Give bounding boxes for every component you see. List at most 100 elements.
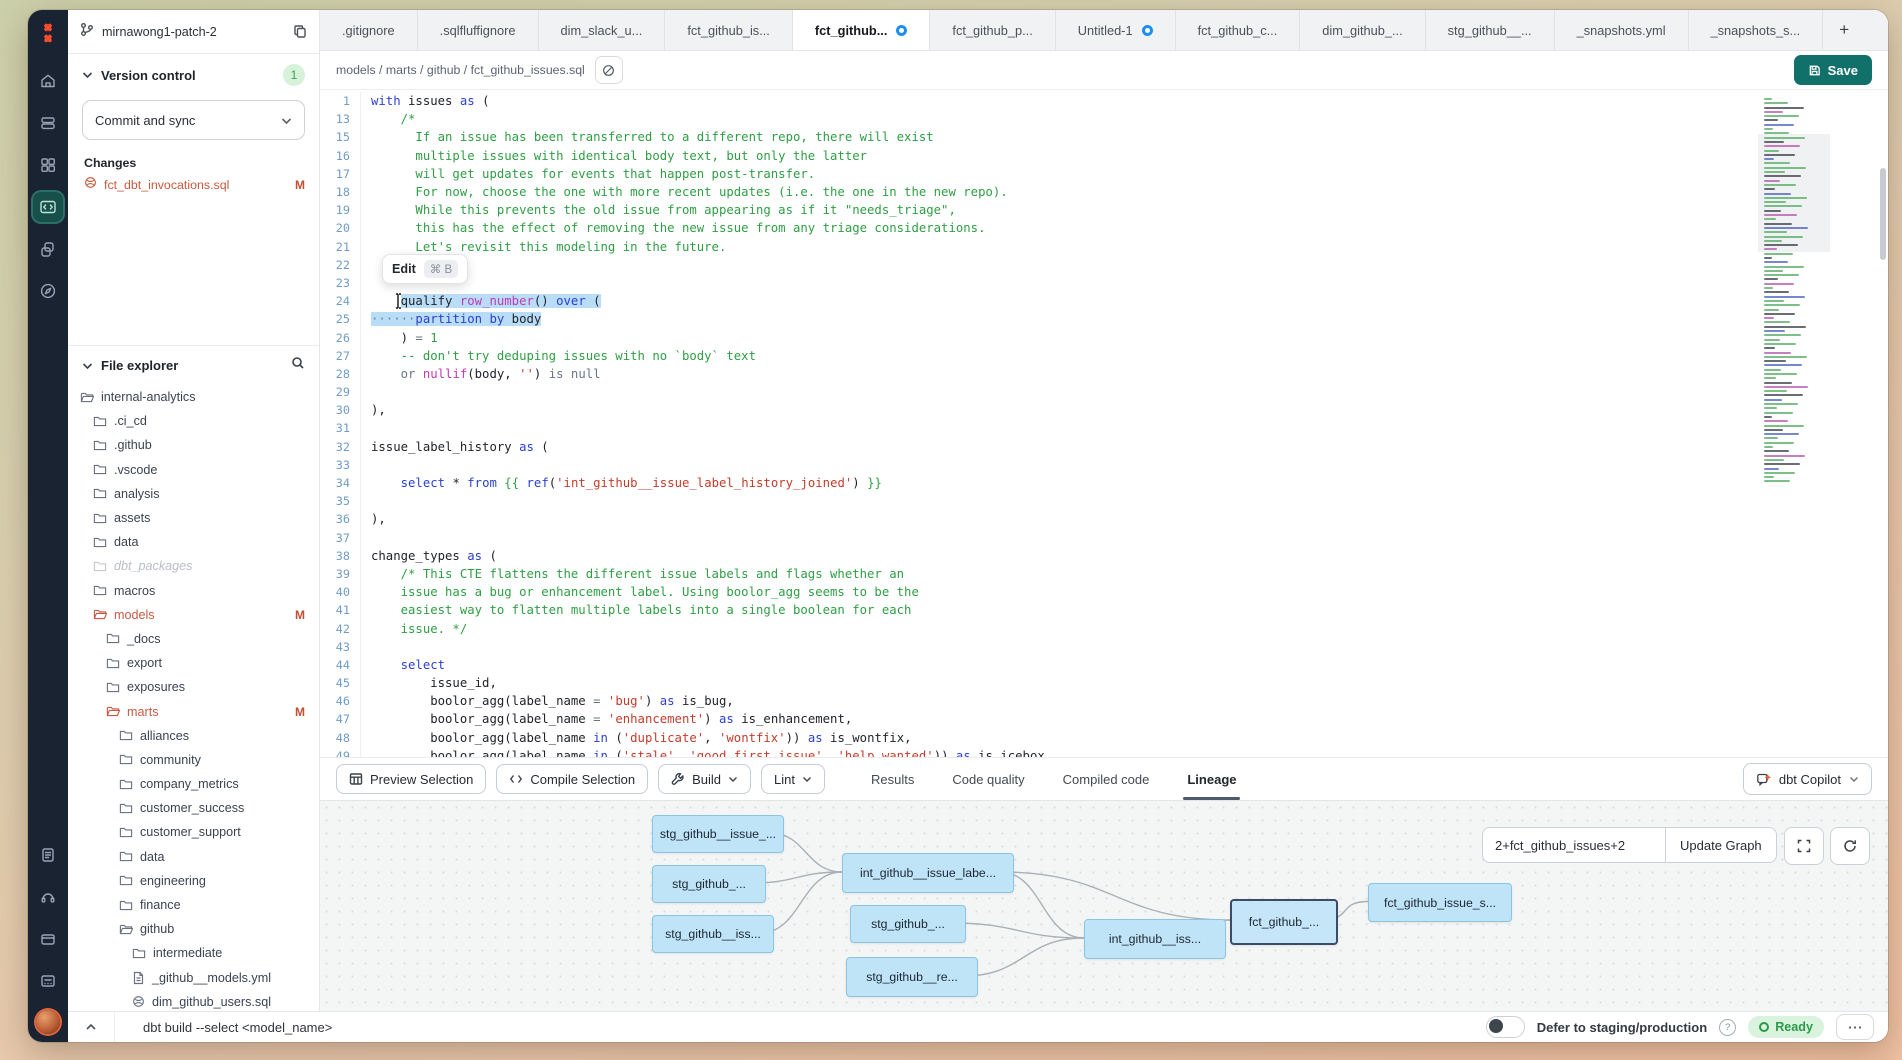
version-control-header[interactable]: Version control 1 bbox=[68, 54, 319, 92]
more-options-button[interactable]: ⋯ bbox=[1836, 1014, 1874, 1040]
tab--snapshots-yml[interactable]: _snapshots.yml bbox=[1555, 10, 1689, 50]
save-button[interactable]: Save bbox=[1794, 55, 1872, 85]
editor-scrollbar[interactable] bbox=[1879, 90, 1886, 757]
tree-item-analysis[interactable]: analysis bbox=[68, 482, 319, 506]
code-line-47[interactable]: 47 boolor_agg(label_name = 'enhancement'… bbox=[320, 710, 1888, 728]
tab-fct-github-[interactable]: fct_github... bbox=[793, 10, 931, 51]
tab-compiled-code[interactable]: Compiled code bbox=[1063, 758, 1150, 800]
support-headset-icon[interactable] bbox=[33, 882, 63, 912]
tree-item-export[interactable]: export bbox=[68, 651, 319, 675]
tree-item-models[interactable]: modelsM bbox=[68, 603, 319, 627]
code-line-46[interactable]: 46 boolor_agg(label_name = 'bug') as is_… bbox=[320, 692, 1888, 710]
fullscreen-button[interactable] bbox=[1784, 827, 1824, 865]
tree-item-macros[interactable]: macros bbox=[68, 579, 319, 603]
code-line-39[interactable]: 39 /* This CTE flattens the different is… bbox=[320, 565, 1888, 583]
tab-code-quality[interactable]: Code quality bbox=[952, 758, 1024, 800]
tree-item--github[interactable]: .github bbox=[68, 433, 319, 457]
tree-item-customer-support[interactable]: customer_support bbox=[68, 820, 319, 844]
code-line-36[interactable]: 36), bbox=[320, 510, 1888, 528]
code-line-20[interactable]: 20 this has the effect of removing the n… bbox=[320, 219, 1888, 237]
tab-dim-github-[interactable]: dim_github_... bbox=[1300, 10, 1425, 50]
code-line-29[interactable]: 29 bbox=[320, 383, 1888, 401]
tree-item-assets[interactable]: assets bbox=[68, 506, 319, 530]
lineage-node-stg-github-[interactable]: stg_github_... bbox=[850, 905, 966, 943]
tree-item--ci-cd[interactable]: .ci_cd bbox=[68, 409, 319, 433]
notes-icon[interactable] bbox=[33, 840, 63, 870]
code-line-34[interactable]: 34 select * from {{ ref('int_github__iss… bbox=[320, 474, 1888, 492]
tree-item-company-metrics[interactable]: company_metrics bbox=[68, 772, 319, 796]
tree-item-dbt-packages[interactable]: dbt_packages bbox=[68, 554, 319, 578]
update-graph-button[interactable]: Update Graph bbox=[1665, 827, 1777, 863]
explore-compass-icon[interactable] bbox=[33, 276, 63, 306]
code-line-24[interactable]: 24 qualify row_number() over ( bbox=[320, 292, 1888, 310]
code-line-30[interactable]: 30), bbox=[320, 401, 1888, 419]
tab-untitled-1[interactable]: Untitled-1 bbox=[1056, 10, 1176, 50]
code-line-45[interactable]: 45 issue_id, bbox=[320, 674, 1888, 692]
code-line-21[interactable]: 21 Let's revisit this modeling in the fu… bbox=[320, 238, 1888, 256]
code-line-27[interactable]: 27 -- don't try deduping issues with no … bbox=[320, 347, 1888, 365]
code-line-38[interactable]: 38change_types as ( bbox=[320, 547, 1888, 565]
lineage-node-fct-github-issue-s-[interactable]: fct_github_issue_s... bbox=[1368, 883, 1512, 922]
code-line-49[interactable]: 49 boolor_agg(label_name in ('stale', 'g… bbox=[320, 747, 1888, 757]
tree-item--github-models-yml[interactable]: _github__models.yml bbox=[68, 966, 319, 990]
code-line-42[interactable]: 42 issue. */ bbox=[320, 619, 1888, 637]
code-line-37[interactable]: 37 bbox=[320, 529, 1888, 547]
code-line-28[interactable]: 28 or nullif(body, '') is null bbox=[320, 365, 1888, 383]
code-line-18[interactable]: 18 For now, choose the one with more rec… bbox=[320, 183, 1888, 201]
code-line-48[interactable]: 48 boolor_agg(label_name in ('duplicate'… bbox=[320, 729, 1888, 747]
tab-dim-slack-u-[interactable]: dim_slack_u... bbox=[539, 10, 666, 50]
code-line-22[interactable]: 22 bbox=[320, 256, 1888, 274]
tree-item-data[interactable]: data bbox=[68, 530, 319, 554]
code-line-31[interactable]: 31 bbox=[320, 419, 1888, 437]
tree-item-data[interactable]: data bbox=[68, 845, 319, 869]
help-icon[interactable]: ? bbox=[1719, 1019, 1736, 1036]
lineage-node-int-github-issue-labe-[interactable]: int_github__issue_labe... bbox=[842, 853, 1014, 893]
tab-lineage[interactable]: Lineage bbox=[1187, 758, 1236, 800]
code-editor[interactable]: 1with issues as (13 /*15 If an issue has… bbox=[320, 90, 1888, 757]
tree-item-exposures[interactable]: exposures bbox=[68, 675, 319, 699]
tab--snapshots-s-[interactable]: _snapshots_s... bbox=[1689, 10, 1824, 50]
tree-item--docs[interactable]: _docs bbox=[68, 627, 319, 651]
build-button[interactable]: Build bbox=[658, 764, 751, 794]
home-icon[interactable] bbox=[33, 66, 63, 96]
lint-button[interactable]: Lint bbox=[761, 764, 825, 794]
code-line-25[interactable]: 25······partition by body bbox=[320, 310, 1888, 328]
tree-item-github[interactable]: github bbox=[68, 917, 319, 941]
tree-item-community[interactable]: community bbox=[68, 748, 319, 772]
code-line-35[interactable]: 35 bbox=[320, 492, 1888, 510]
code-line-32[interactable]: 32issue_label_history as ( bbox=[320, 438, 1888, 456]
collapse-panel-icon[interactable] bbox=[68, 1012, 115, 1042]
refresh-button[interactable] bbox=[1830, 827, 1870, 865]
code-line-41[interactable]: 41 easiest way to flatten multiple label… bbox=[320, 601, 1888, 619]
ide-editor-icon[interactable] bbox=[33, 192, 63, 222]
code-line-13[interactable]: 13 /* bbox=[320, 110, 1888, 128]
tree-item-engineering[interactable]: engineering bbox=[68, 869, 319, 893]
minimap[interactable] bbox=[1764, 98, 1822, 485]
tree-item--vscode[interactable]: .vscode bbox=[68, 458, 319, 482]
changed-file-item[interactable]: fct_dbt_invocations.sql M bbox=[68, 174, 319, 196]
code-line-16[interactable]: 16 multiple issues with identical body t… bbox=[320, 147, 1888, 165]
lineage-node-stg-github-issue-[interactable]: stg_github__issue_... bbox=[652, 815, 784, 853]
tree-item-marts[interactable]: martsM bbox=[68, 699, 319, 723]
tree-item-internal-analytics[interactable]: internal-analytics bbox=[68, 385, 319, 409]
search-icon[interactable] bbox=[291, 356, 305, 375]
code-line-26[interactable]: 26 ) = 1 bbox=[320, 328, 1888, 346]
tab--sqlfluffignore[interactable]: .sqlfluffignore bbox=[418, 10, 539, 50]
commit-and-sync-select[interactable]: Commit and sync bbox=[82, 100, 305, 140]
defer-toggle[interactable] bbox=[1486, 1016, 1525, 1038]
code-line-15[interactable]: 15 If an issue has been transferred to a… bbox=[320, 128, 1888, 146]
lineage-node-stg-github-[interactable]: stg_github_... bbox=[652, 865, 766, 903]
apps-grid-icon[interactable] bbox=[33, 966, 63, 996]
code-line-44[interactable]: 44 select bbox=[320, 656, 1888, 674]
new-tab-button[interactable]: + bbox=[1823, 10, 1865, 50]
tab--gitignore[interactable]: .gitignore bbox=[320, 10, 418, 50]
tab-fct-github-c-[interactable]: fct_github_c... bbox=[1176, 10, 1301, 50]
copy-icon[interactable] bbox=[293, 24, 307, 39]
view-docs-icon[interactable] bbox=[595, 56, 623, 84]
wallet-icon[interactable] bbox=[33, 924, 63, 954]
tree-item-finance[interactable]: finance bbox=[68, 893, 319, 917]
tab-fct-github-p-[interactable]: fct_github_p... bbox=[930, 10, 1055, 50]
edit-tooltip[interactable]: Edit ⌘ B bbox=[382, 254, 468, 284]
tree-item-dim-github-users-sql[interactable]: dim_github_users.sql bbox=[68, 990, 319, 1011]
environments-icon[interactable] bbox=[33, 108, 63, 138]
